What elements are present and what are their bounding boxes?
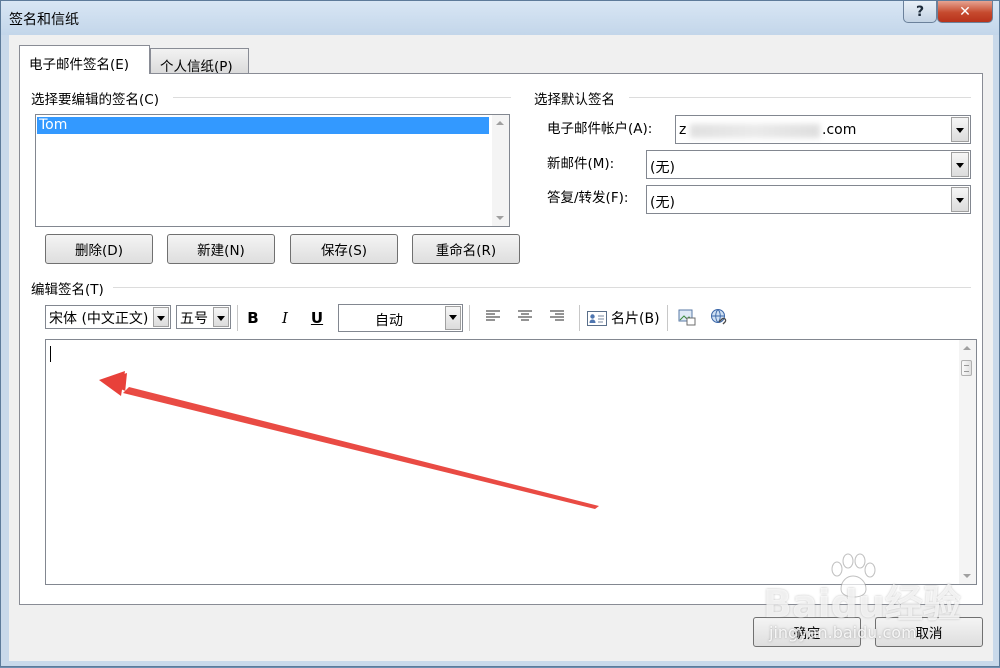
divider [629,97,971,98]
font-value: 宋体 (中文正文) [49,311,149,327]
bold-button[interactable]: B [243,308,263,328]
size-value: 五号 [180,311,208,327]
align-right-icon[interactable] [547,308,567,328]
new-button[interactable]: 新建(N) [167,234,275,264]
chevron-down-icon[interactable] [951,187,969,212]
hyperlink-icon[interactable] [709,308,729,328]
editor-scrollbar[interactable] [959,340,976,584]
account-value-suffix: .com [822,122,857,138]
rename-button[interactable]: 重命名(R) [412,234,520,264]
reply-forward-label: 答复/转发(F): [547,190,629,206]
toolbar-separator [237,305,238,331]
signatures-dialog: 签名和信纸 ? ✕ 电子邮件签名(E) 个人信纸(P) 选择要编辑的签名(C) … [0,0,1000,667]
toolbar-separator [579,305,580,331]
new-message-label: 新邮件(M): [547,156,615,172]
watermark-subtext: jingyan.baidu.com [769,623,917,642]
business-card-button[interactable]: 名片(B) [587,307,660,329]
scroll-down-icon[interactable] [963,574,971,578]
insert-picture-icon[interactable] [677,308,697,328]
account-dropdown[interactable]: z .com [675,115,971,144]
signature-item[interactable]: Tom [37,117,489,134]
toolbar-separator [667,305,668,331]
list-scrollbar[interactable] [492,115,509,226]
scroll-up-icon[interactable] [963,346,971,350]
divider [173,97,511,98]
font-dropdown[interactable]: 宋体 (中文正文) [45,305,171,329]
signature-editor[interactable] [45,339,977,585]
account-value-prefix: z [679,122,687,138]
tab-email-signature[interactable]: 电子邮件签名(E) [19,45,150,74]
formatting-toolbar: 宋体 (中文正文) 五号 B I U 自动 名片(B) [35,300,975,332]
chevron-down-icon[interactable] [153,307,169,327]
edit-signature-label: 编辑签名(T) [31,282,104,298]
align-center-icon[interactable] [515,308,535,328]
color-dropdown[interactable]: 自动 [338,304,463,332]
signature-list[interactable]: Tom [35,114,510,227]
chevron-down-icon[interactable] [445,306,461,330]
close-icon: ✕ [959,3,971,20]
new-message-dropdown[interactable]: (无) [646,150,971,179]
underline-button[interactable]: U [307,308,327,328]
default-signature-label: 选择默认签名 [534,92,615,108]
chevron-down-icon[interactable] [213,307,229,327]
redacted-address [690,124,820,138]
business-card-label: 名片(B) [611,311,660,327]
business-card-icon [587,310,607,326]
size-dropdown[interactable]: 五号 [176,305,231,329]
align-left-icon[interactable] [483,308,503,328]
dialog-title: 签名和信纸 [9,12,79,28]
help-button[interactable]: ? [903,1,937,23]
text-caret [50,346,51,362]
scroll-thumb[interactable] [961,360,972,376]
account-label: 电子邮件帐户(A): [547,121,653,137]
title-bar: 签名和信纸 ? ✕ [1,1,999,35]
reply-forward-value: (无) [650,195,675,211]
select-signature-label: 选择要编辑的签名(C) [31,92,159,108]
watermark-text: Baidu经验 [763,582,961,626]
color-value: 自动 [375,313,403,329]
chevron-down-icon[interactable] [951,152,969,177]
scroll-up-icon[interactable] [496,121,504,125]
save-button[interactable]: 保存(S) [290,234,398,264]
reply-forward-dropdown[interactable]: (无) [646,185,971,214]
new-message-value: (无) [650,160,675,176]
divider [113,287,971,288]
tab-personal-stationery[interactable]: 个人信纸(P) [150,48,249,75]
toolbar-separator [469,305,470,331]
help-icon: ? [915,3,925,20]
delete-button[interactable]: 删除(D) [45,234,153,264]
chevron-down-icon[interactable] [951,117,969,142]
close-button[interactable]: ✕ [937,1,993,23]
italic-button[interactable]: I [275,308,295,328]
scroll-down-icon[interactable] [496,216,504,220]
